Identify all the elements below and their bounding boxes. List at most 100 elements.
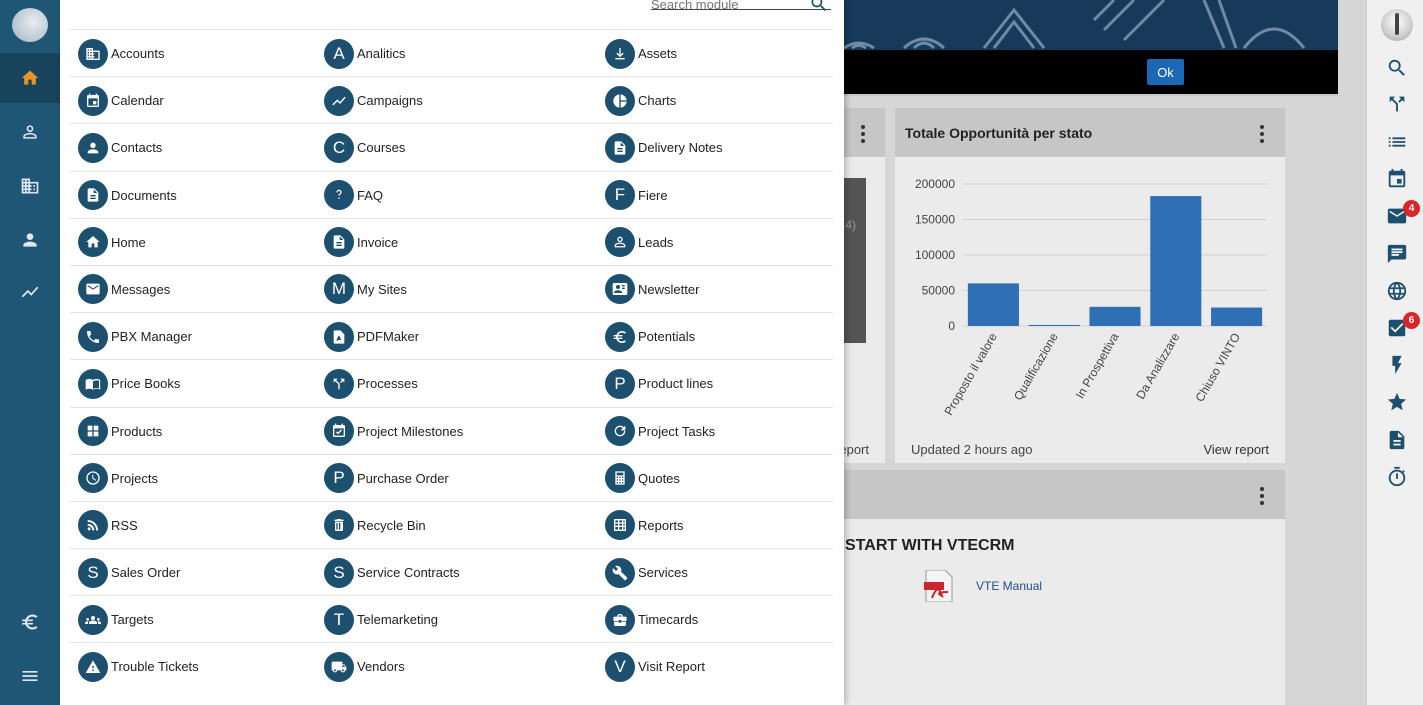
module-my-sites[interactable]: M My Sites xyxy=(324,266,407,313)
module-row: Targets T Telemarketing Timecards xyxy=(70,595,833,642)
timer-icon[interactable] xyxy=(1385,465,1409,489)
module-telemarketing[interactable]: T Telemarketing xyxy=(324,596,438,643)
bar[interactable] xyxy=(1028,324,1080,326)
module-newsletter[interactable]: Newsletter xyxy=(605,266,699,313)
module-assets[interactable]: Assets xyxy=(605,30,677,77)
grid-icon xyxy=(78,416,108,446)
pdf-icon[interactable] xyxy=(924,570,954,602)
letter-f-icon: F xyxy=(605,180,635,211)
bar[interactable] xyxy=(967,283,1019,326)
module-recycle-bin[interactable]: Recycle Bin xyxy=(324,502,426,549)
module-delivery-notes[interactable]: Delivery Notes xyxy=(605,124,723,171)
building-icon[interactable] xyxy=(0,166,60,206)
euro-icon[interactable] xyxy=(0,602,60,642)
person-icon[interactable] xyxy=(0,220,60,260)
module-projects[interactable]: Projects xyxy=(78,455,158,502)
user-avatar[interactable] xyxy=(1381,9,1413,41)
module-label: Messages xyxy=(111,281,171,297)
calendar-icon xyxy=(78,85,108,116)
module-fiere[interactable]: F Fiere xyxy=(605,172,668,219)
vte-manual-link[interactable]: VTE Manual xyxy=(976,579,1042,593)
module-timecards[interactable]: Timecards xyxy=(605,596,698,643)
module-quotes[interactable]: Quotes xyxy=(605,455,680,502)
module-charts[interactable]: Charts xyxy=(605,77,676,124)
module-label: Documents xyxy=(111,187,177,203)
letter-p-icon: P xyxy=(605,368,635,399)
module-vendors[interactable]: Vendors xyxy=(324,643,405,690)
module-products[interactable]: Products xyxy=(78,408,162,455)
module-faq[interactable]: FAQ xyxy=(324,172,383,219)
module-row: RSS Recycle Bin Reports xyxy=(70,500,833,549)
chat-icon[interactable] xyxy=(1385,242,1409,266)
module-courses[interactable]: C Courses xyxy=(324,124,405,171)
letter-m-icon: M xyxy=(324,274,354,305)
module-invoice[interactable]: Invoice xyxy=(324,219,398,266)
bar[interactable] xyxy=(1089,306,1141,326)
module-processes[interactable]: Processes xyxy=(324,360,418,407)
view-report-link[interactable]: View report xyxy=(1203,442,1269,457)
calendar-icon[interactable] xyxy=(1385,167,1409,191)
module-rss[interactable]: RSS xyxy=(78,502,138,549)
bar[interactable] xyxy=(1150,196,1202,326)
module-accounts[interactable]: Accounts xyxy=(78,30,164,77)
home-icon[interactable] xyxy=(0,58,60,98)
module-reports[interactable]: Reports xyxy=(605,502,684,549)
search-icon[interactable] xyxy=(1385,56,1409,80)
module-pdfmaker[interactable]: PDFMaker xyxy=(324,313,419,360)
module-visit-report[interactable]: V Visit Report xyxy=(605,643,705,690)
module-contacts[interactable]: Contacts xyxy=(78,124,162,171)
module-label: Targets xyxy=(111,612,154,628)
module-services[interactable]: Services xyxy=(605,549,688,596)
module-label: Processes xyxy=(357,376,418,392)
bar[interactable] xyxy=(1211,307,1263,326)
document-icon xyxy=(78,180,108,211)
line-chart-icon[interactable] xyxy=(0,272,60,312)
pdf-icon xyxy=(324,321,354,352)
star-icon[interactable] xyxy=(1385,390,1409,414)
vte-logo[interactable] xyxy=(12,8,48,42)
globe-icon[interactable] xyxy=(1385,279,1409,303)
x-tick-label: In Prospettiva xyxy=(1073,330,1122,401)
list-icon[interactable] xyxy=(1385,130,1409,154)
module-product-lines[interactable]: P Product lines xyxy=(605,360,713,407)
module-project-milestones[interactable]: Project Milestones xyxy=(324,408,463,455)
person-outline-icon[interactable] xyxy=(0,112,60,152)
ok-button[interactable]: Ok xyxy=(1147,59,1184,85)
more-vert-icon[interactable] xyxy=(860,125,866,143)
module-campaigns[interactable]: Campaigns xyxy=(324,77,423,124)
more-vert-icon[interactable] xyxy=(1259,125,1265,143)
module-messages[interactable]: Messages xyxy=(78,266,170,313)
module-label: PBX Manager xyxy=(111,329,192,345)
module-project-tasks[interactable]: Project Tasks xyxy=(605,408,715,455)
search-module-input[interactable] xyxy=(651,0,831,10)
search-icon[interactable] xyxy=(808,0,830,14)
module-documents[interactable]: Documents xyxy=(78,172,177,219)
module-label: Potentials xyxy=(638,329,696,345)
module-analitics[interactable]: A Analitics xyxy=(324,30,405,77)
fork-icon[interactable] xyxy=(1385,92,1409,116)
contact-card-icon xyxy=(605,274,635,305)
document-icon[interactable] xyxy=(1385,428,1409,452)
module-purchase-order[interactable]: P Purchase Order xyxy=(324,455,449,502)
module-calendar[interactable]: Calendar xyxy=(78,77,164,124)
module-label: Project Milestones xyxy=(357,423,464,439)
module-price-books[interactable]: Price Books xyxy=(78,360,180,407)
module-leads[interactable]: Leads xyxy=(605,219,673,266)
module-pbx-manager[interactable]: PBX Manager xyxy=(78,313,192,360)
start-title: START WITH VTECRM xyxy=(845,537,1015,554)
module-trouble-tickets[interactable]: Trouble Tickets xyxy=(78,643,199,690)
more-vert-icon[interactable] xyxy=(1259,487,1265,505)
module-service-contracts[interactable]: S Service Contracts xyxy=(324,549,460,596)
module-label: Analitics xyxy=(357,46,406,61)
module-home[interactable]: Home xyxy=(78,219,146,266)
module-label: Home xyxy=(111,234,146,250)
refresh-icon xyxy=(605,416,635,446)
module-potentials[interactable]: Potentials xyxy=(605,313,695,360)
module-menu-panel: Accounts AAnalitics Assets Calendar Campaign… xyxy=(60,0,844,705)
module-label: Projects xyxy=(111,470,158,486)
module-sales-order[interactable]: S Sales Order xyxy=(78,549,180,596)
module-targets[interactable]: Targets xyxy=(78,596,154,643)
hamburger-menu-icon[interactable] xyxy=(0,656,60,696)
lightning-icon[interactable] xyxy=(1385,353,1409,377)
module-label: Assets xyxy=(638,46,678,61)
